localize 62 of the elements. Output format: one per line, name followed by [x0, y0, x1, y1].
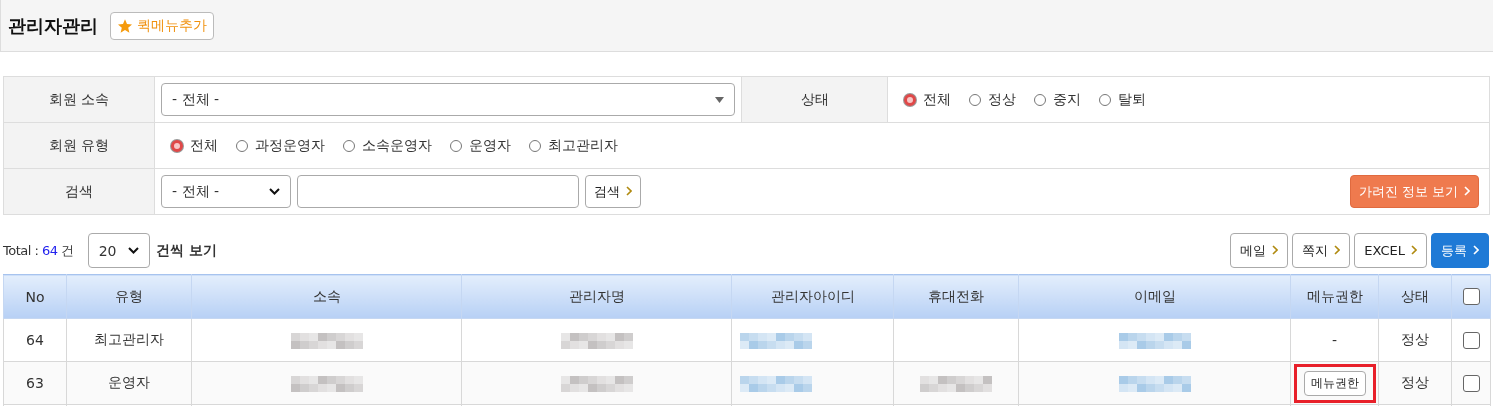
chevron-icon [1473, 245, 1479, 255]
table-cell: 63 [26, 375, 44, 391]
radio-option[interactable]: 중지 [1034, 90, 1081, 109]
radio-button[interactable] [904, 93, 916, 106]
affiliation-select[interactable]: - 전체 - [161, 83, 735, 116]
menu-permission-button[interactable]: 메뉴권한 [1303, 370, 1366, 396]
chevron-icon [1334, 245, 1341, 255]
table-cell: 정상 [1401, 331, 1429, 347]
chevron-icon [1272, 245, 1279, 255]
column-header: 소속 [312, 287, 341, 304]
table-cell: 정상 [1401, 374, 1429, 390]
column-header: 관리자명 [568, 287, 625, 304]
total-count: Total : 64 건 [3, 241, 74, 260]
column-header: 메뉴권한 [1306, 287, 1363, 304]
page-size-label: 건씩 보기 [155, 241, 217, 260]
star-icon [117, 17, 133, 34]
column-header: 상태 [1401, 287, 1429, 304]
table-cell: 64 [26, 332, 44, 348]
table-cell: - [1331, 332, 1338, 348]
radio-option[interactable]: 최고관리자 [529, 136, 618, 155]
row-checkbox[interactable] [1462, 331, 1480, 349]
radio-option[interactable]: 과정운영자 [236, 136, 325, 155]
row-checkbox[interactable] [1462, 374, 1480, 392]
page-size-select[interactable]: 20 [87, 233, 150, 268]
column-header: No [25, 288, 45, 305]
table-cell: 최고관리자 [94, 331, 164, 347]
column-header: 관리자아이디 [770, 287, 855, 304]
register-button[interactable]: 등록 [1431, 233, 1489, 268]
radio-option[interactable]: 소속운영자 [343, 136, 432, 155]
dropdown-arrow-icon [715, 96, 724, 103]
table-cell: 운영자 [108, 374, 150, 390]
radio-button[interactable] [450, 139, 462, 152]
search-button[interactable]: 검색 [585, 175, 641, 208]
page-title: 관리자관리 [8, 13, 98, 38]
filter-label: 회원 소속 [48, 90, 110, 109]
radio-button[interactable] [529, 139, 541, 152]
chevron-icon [1411, 245, 1417, 255]
radio-option[interactable]: 탈퇴 [1099, 90, 1146, 109]
radio-button[interactable] [171, 139, 183, 152]
radio-option[interactable]: 전체 [171, 136, 218, 155]
action-button[interactable]: 메일 [1230, 233, 1289, 268]
search-scope-select[interactable]: - 전체 - [161, 175, 291, 208]
action-button[interactable]: EXCEL [1354, 233, 1427, 268]
column-header: 휴대전화 [928, 287, 984, 304]
column-header: 유형 [115, 287, 143, 304]
search-field[interactable] [297, 175, 579, 208]
action-button[interactable]: 쪽지 [1292, 233, 1351, 268]
radio-button[interactable] [1034, 93, 1046, 106]
chevron-icon [1464, 186, 1470, 196]
select-all-checkbox[interactable] [1462, 288, 1480, 306]
filter-label: 회원 유형 [48, 136, 110, 155]
radio-button[interactable] [1099, 93, 1111, 106]
filter-label: 상태 [800, 90, 829, 109]
radio-button[interactable] [343, 139, 355, 152]
chevron-icon [626, 186, 632, 196]
radio-button[interactable] [236, 139, 248, 152]
radio-button[interactable] [969, 93, 981, 106]
radio-option[interactable]: 운영자 [450, 136, 511, 155]
filter-label: 검색 [65, 182, 93, 201]
radio-option[interactable]: 전체 [904, 90, 951, 109]
column-header: 이메일 [1133, 287, 1176, 304]
radio-option[interactable]: 정상 [969, 90, 1016, 109]
